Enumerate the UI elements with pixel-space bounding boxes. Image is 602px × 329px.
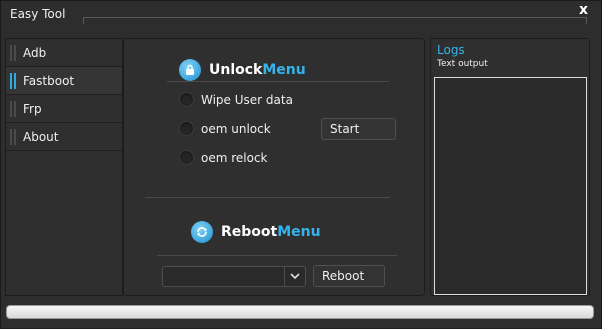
progress-bar bbox=[6, 305, 594, 319]
divider bbox=[145, 197, 390, 198]
radio-label: oem relock bbox=[201, 150, 268, 165]
logs-subtitle: Text output bbox=[437, 59, 488, 69]
sidebar-item-about[interactable]: About bbox=[6, 123, 122, 151]
fastboot-panel: UnlockMenu Wipe User data oem unlock oem… bbox=[123, 38, 425, 296]
radio-label: Wipe User data bbox=[201, 92, 293, 107]
sidebar-item-label: About bbox=[23, 130, 59, 144]
unlock-menu-title: UnlockMenu bbox=[209, 62, 306, 78]
radio-oem-relock[interactable]: oem relock bbox=[179, 150, 268, 165]
sidebar: Adb Fastboot Frp About bbox=[5, 38, 123, 296]
divider bbox=[157, 255, 397, 256]
sidebar-item-fastboot[interactable]: Fastboot bbox=[6, 67, 122, 95]
sidebar-item-label: Frp bbox=[23, 102, 42, 116]
sidebar-item-frp[interactable]: Frp bbox=[6, 95, 122, 123]
bars-icon bbox=[10, 101, 16, 117]
radio-button[interactable] bbox=[179, 121, 194, 136]
unlock-menu-header: UnlockMenu bbox=[179, 59, 306, 81]
radio-wipe-user-data[interactable]: Wipe User data bbox=[179, 92, 293, 107]
title-decoration bbox=[83, 17, 587, 24]
refresh-icon bbox=[191, 221, 213, 243]
bars-icon bbox=[10, 129, 16, 145]
reboot-menu-header: RebootMenu bbox=[191, 221, 321, 243]
window-title: Easy Tool bbox=[10, 7, 66, 21]
close-icon[interactable]: x bbox=[579, 2, 588, 18]
sidebar-item-label: Adb bbox=[23, 46, 47, 60]
lock-icon bbox=[179, 59, 201, 81]
logs-panel: Logs Text output bbox=[430, 38, 590, 296]
app-window: Easy Tool x Adb Fastboot Frp About Unloc… bbox=[0, 0, 602, 329]
logs-title: Logs bbox=[437, 43, 465, 57]
chevron-down-icon[interactable] bbox=[284, 267, 305, 286]
title-bar[interactable]: Easy Tool x bbox=[1, 1, 601, 29]
radio-label: oem unlock bbox=[201, 121, 271, 136]
reboot-mode-select[interactable] bbox=[162, 266, 306, 287]
sidebar-item-label: Fastboot bbox=[23, 74, 75, 88]
reboot-button[interactable]: Reboot bbox=[313, 265, 385, 287]
divider bbox=[167, 81, 389, 82]
start-button[interactable]: Start bbox=[321, 118, 396, 140]
radio-oem-unlock[interactable]: oem unlock bbox=[179, 121, 271, 136]
log-output[interactable] bbox=[434, 77, 587, 295]
bars-icon bbox=[10, 45, 16, 61]
sidebar-item-adb[interactable]: Adb bbox=[6, 39, 122, 67]
bars-icon bbox=[10, 73, 16, 89]
radio-button[interactable] bbox=[179, 150, 194, 165]
radio-button[interactable] bbox=[179, 92, 194, 107]
reboot-menu-title: RebootMenu bbox=[221, 224, 321, 240]
